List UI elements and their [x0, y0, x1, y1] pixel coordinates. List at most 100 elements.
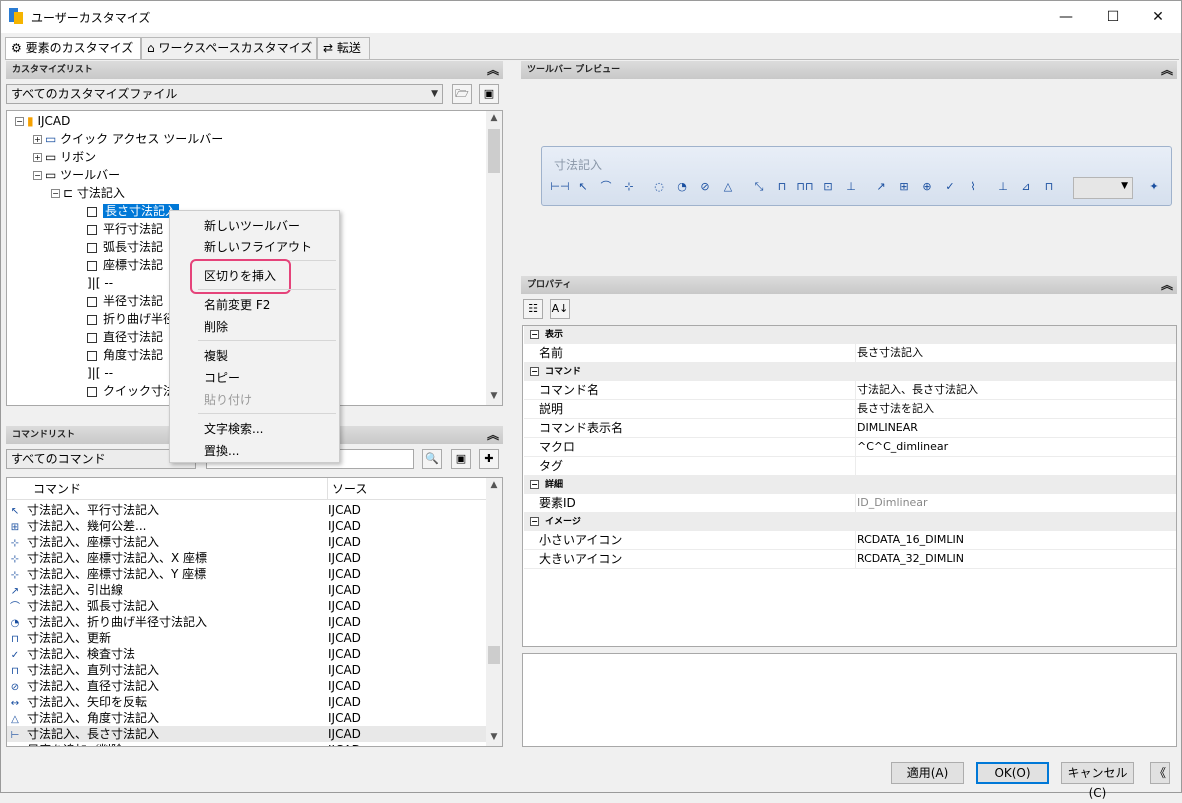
collapse-chevron-icon[interactable]: ︽: [487, 61, 499, 79]
dim-baseline-icon[interactable]: ⊓: [772, 177, 792, 197]
ok-button[interactable]: OK(O): [976, 762, 1049, 784]
dim-angular-icon[interactable]: △: [718, 177, 738, 197]
property-row[interactable]: 名前 長さ寸法記入: [524, 344, 1176, 363]
cancel-button[interactable]: キャンセル(C): [1061, 762, 1134, 800]
command-row[interactable]: ⊹ 寸法記入、座標寸法記入、Y 座標 IJCAD: [7, 566, 486, 582]
tree-item-command[interactable]: 長さ寸法記入: [87, 202, 180, 220]
open-file-button[interactable]: 🗁: [452, 84, 472, 104]
menu-item-rename[interactable]: 名前変更 F2: [204, 296, 270, 313]
tab-element-customize[interactable]: ⚙ 要素のカスタマイズ: [5, 37, 141, 60]
collapse-icon[interactable]: −: [530, 330, 539, 339]
leader-icon[interactable]: ↗: [871, 177, 891, 197]
property-row[interactable]: 要素ID ID_Dimlinear: [524, 494, 1176, 513]
inspect-icon[interactable]: ✓: [940, 177, 960, 197]
tree-item-command[interactable]: 折り曲げ半径: [87, 310, 175, 328]
menu-item-copy[interactable]: コピー: [204, 369, 240, 386]
categorized-button[interactable]: ☷: [523, 299, 543, 319]
customize-file-combo[interactable]: すべてのカスタマイズファイル ▼: [6, 84, 443, 104]
maximize-button[interactable]: ☐: [1090, 1, 1136, 33]
tree-item-dimension[interactable]: − ⊏ 寸法記入: [51, 184, 125, 202]
command-row[interactable]: ⊹ 寸法記入、座標寸法記入、X 座標 IJCAD: [7, 550, 486, 566]
command-row[interactable]: ⊹ 寸法記入、座標寸法記入 IJCAD: [7, 534, 486, 550]
tree-item-ijcad[interactable]: − ▮ IJCAD: [15, 112, 70, 130]
column-header-source[interactable]: ソース: [327, 478, 367, 500]
scroll-down-icon[interactable]: ▼: [486, 732, 502, 742]
tree-item-command[interactable]: クイック寸法: [87, 382, 175, 400]
save-file-button[interactable]: ▣: [479, 84, 499, 104]
search-button[interactable]: 🔍: [422, 449, 442, 469]
dim-style-icon[interactable]: ✦: [1144, 177, 1164, 197]
collapse-icon[interactable]: −: [530, 367, 539, 376]
command-row[interactable]: ✕ 尺度を追加／削除 IJCAD: [7, 742, 486, 746]
menu-item-find[interactable]: 文字検索...: [204, 420, 263, 437]
property-row[interactable]: 小さいアイコン RCDATA_16_DIMLIN: [524, 531, 1176, 550]
scroll-up-icon[interactable]: ▲: [486, 113, 502, 123]
property-row[interactable]: マクロ ^C^C_dimlinear: [524, 438, 1176, 457]
dim-ordinate-icon[interactable]: ⊹: [619, 177, 639, 197]
dim-update-icon[interactable]: ⊓: [1039, 177, 1059, 197]
dim-break-icon[interactable]: ⊥: [841, 177, 861, 197]
property-group[interactable]: − 表示: [524, 326, 1176, 344]
dim-arc-icon[interactable]: ⌒: [596, 177, 616, 197]
new-command-button[interactable]: ✚: [479, 449, 499, 469]
tree-item-command[interactable]: 平行寸法記: [87, 220, 163, 238]
tree-item-separator[interactable]: ]|[--: [87, 274, 113, 292]
command-filter-combo[interactable]: すべてのコマンド: [6, 449, 196, 469]
dim-radius-icon[interactable]: ◌: [649, 177, 669, 197]
command-row[interactable]: ⊓ 寸法記入、更新 IJCAD: [7, 630, 486, 646]
toolbar-preview-combo[interactable]: ▼: [1073, 177, 1133, 199]
command-row[interactable]: ↖ 寸法記入、平行寸法記入 IJCAD: [7, 502, 486, 518]
tree-item-separator[interactable]: ]|[--: [87, 364, 113, 382]
command-row[interactable]: ◔ 寸法記入、折り曲げ半径寸法記入 IJCAD: [7, 614, 486, 630]
collapse-panel-button[interactable]: 《: [1150, 762, 1170, 784]
property-row[interactable]: タグ: [524, 457, 1176, 476]
dim-text-edit-icon[interactable]: ⊿: [1016, 177, 1036, 197]
tree-item-command[interactable]: 直径寸法記: [87, 328, 163, 346]
menu-item-replace[interactable]: 置換...: [204, 442, 239, 459]
command-row[interactable]: ⊢ 寸法記入、長さ寸法記入 IJCAD: [7, 726, 486, 742]
property-group[interactable]: − コマンド: [524, 363, 1176, 381]
property-value[interactable]: RCDATA_32_DIMLIN: [857, 550, 964, 568]
dim-continue-icon[interactable]: ⊓⊓: [795, 177, 815, 197]
tree-item-command[interactable]: 弧長寸法記: [87, 238, 163, 256]
collapse-icon[interactable]: −: [530, 517, 539, 526]
sort-az-button[interactable]: A↓: [550, 299, 570, 319]
center-mark-icon[interactable]: ⊕: [917, 177, 937, 197]
tolerance-icon[interactable]: ⊞: [894, 177, 914, 197]
property-row[interactable]: コマンド名 寸法記入、長さ寸法記入: [524, 381, 1176, 400]
property-row[interactable]: 説明 長さ寸法を記入: [524, 400, 1176, 419]
property-value[interactable]: ID_Dimlinear: [857, 494, 928, 512]
expand-icon[interactable]: +: [33, 153, 42, 162]
jogged-linear-icon[interactable]: ⌇: [963, 177, 983, 197]
command-row[interactable]: ↔ 寸法記入、矢印を反転 IJCAD: [7, 694, 486, 710]
property-value[interactable]: DIMLINEAR: [857, 419, 918, 437]
menu-item-delete[interactable]: 削除: [204, 318, 228, 335]
tree-item-command[interactable]: 角度寸法記: [87, 346, 163, 364]
property-value[interactable]: 長さ寸法記入: [857, 344, 923, 362]
property-row[interactable]: コマンド表示名 DIMLINEAR: [524, 419, 1176, 438]
column-header-command[interactable]: コマンド: [33, 478, 81, 500]
dim-space-icon[interactable]: ⊡: [818, 177, 838, 197]
property-value[interactable]: ^C^C_dimlinear: [857, 438, 948, 456]
scroll-down-icon[interactable]: ▼: [486, 391, 502, 401]
collapse-icon[interactable]: −: [51, 189, 60, 198]
qdim-icon[interactable]: ⤡: [749, 177, 769, 197]
command-row[interactable]: ⊘ 寸法記入、直径寸法記入 IJCAD: [7, 678, 486, 694]
minimize-button[interactable]: —: [1043, 1, 1089, 33]
tree-item-toolbar[interactable]: − ▭ ツールバー: [33, 166, 120, 184]
tab-transfer[interactable]: ⇄ 転送: [317, 37, 370, 59]
dim-linear-icon[interactable]: ⊢⊣: [550, 177, 570, 197]
scroll-thumb[interactable]: [488, 129, 500, 173]
menu-item-new-flyout[interactable]: 新しいフライアウト: [204, 238, 312, 255]
tab-workspace-customize[interactable]: ⌂ ワークスペースカスタマイズ: [141, 37, 317, 59]
expand-icon[interactable]: +: [33, 135, 42, 144]
command-scrollbar[interactable]: ▲ ▼: [486, 478, 502, 746]
collapse-chevron-icon[interactable]: ︽: [487, 426, 499, 444]
command-row[interactable]: ↗ 寸法記入、引出線 IJCAD: [7, 582, 486, 598]
menu-item-duplicate[interactable]: 複製: [204, 347, 228, 364]
dim-jogged-icon[interactable]: ◔: [672, 177, 692, 197]
property-group[interactable]: − 詳細: [524, 476, 1176, 494]
close-button[interactable]: ✕: [1135, 1, 1181, 33]
scroll-up-icon[interactable]: ▲: [486, 480, 502, 490]
collapse-icon[interactable]: −: [33, 171, 42, 180]
